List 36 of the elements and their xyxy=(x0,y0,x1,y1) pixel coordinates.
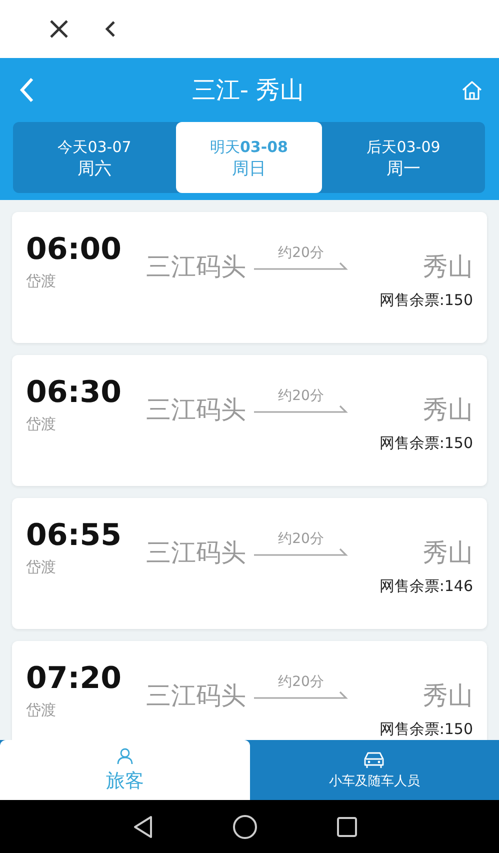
date-tab[interactable]: 今天03-07 周六 xyxy=(13,122,176,193)
person-icon xyxy=(116,746,134,764)
operator-label: 岱渡 xyxy=(26,415,57,434)
operator-label: 岱渡 xyxy=(26,558,57,577)
page-title: 三江- 秀山 xyxy=(192,75,304,106)
departure-time: 07:20 xyxy=(26,661,122,697)
date-tab[interactable]: 后天03-09 周一 xyxy=(322,122,485,193)
tickets-remaining: 网售余票:150 xyxy=(379,720,473,738)
origin-port: 三江码头 xyxy=(146,680,246,712)
back-icon[interactable] xyxy=(104,19,116,39)
departure-time: 06:55 xyxy=(26,518,122,554)
operator-label: 岱渡 xyxy=(26,272,57,291)
destination-port: 秀山 xyxy=(423,394,473,426)
close-icon[interactable] xyxy=(48,18,70,40)
operator-label: 岱渡 xyxy=(26,701,57,720)
departure-time: 06:00 xyxy=(26,232,122,268)
home-icon[interactable] xyxy=(232,814,258,840)
origin-port: 三江码头 xyxy=(146,537,246,569)
back-icon[interactable] xyxy=(132,814,154,838)
destination-port: 秀山 xyxy=(423,680,473,712)
recents-icon[interactable] xyxy=(336,816,358,838)
date-tab[interactable]: 明天03-08 周日 xyxy=(176,122,322,193)
destination-port: 秀山 xyxy=(423,537,473,569)
origin-port: 三江码头 xyxy=(146,251,246,283)
duration-label: 约20分 xyxy=(278,530,324,548)
car-icon xyxy=(363,750,386,768)
tickets-remaining: 网售余票:146 xyxy=(379,577,473,595)
tickets-remaining: 网售余票:150 xyxy=(379,291,473,309)
tickets-remaining: 网售余票:150 xyxy=(379,434,473,452)
departure-time: 06:30 xyxy=(26,375,122,411)
duration-label: 约20分 xyxy=(278,387,324,405)
duration-label: 约20分 xyxy=(278,244,324,262)
origin-port: 三江码头 xyxy=(146,394,246,426)
destination-port: 秀山 xyxy=(423,251,473,283)
passenger-tab[interactable]: 旅客 xyxy=(0,740,250,800)
duration-label: 约20分 xyxy=(278,673,324,691)
